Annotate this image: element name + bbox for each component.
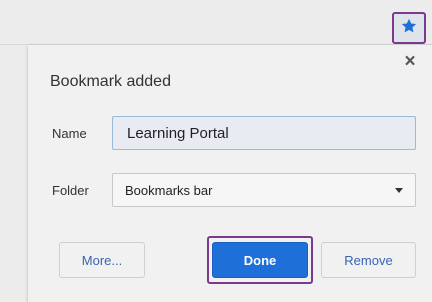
bookmark-name-input[interactable]	[112, 116, 416, 150]
page-background-strip	[0, 45, 29, 302]
close-icon[interactable]: ×	[398, 51, 422, 72]
more-button[interactable]: More...	[59, 242, 145, 278]
done-button[interactable]: Done	[212, 242, 308, 278]
bookmark-dialog: Bookmark added × Name Folder Bookmarks b…	[28, 45, 432, 302]
name-label: Name	[52, 126, 87, 141]
star-icon	[400, 17, 418, 40]
folder-label: Folder	[52, 183, 89, 198]
chevron-down-icon	[395, 188, 403, 193]
remove-button[interactable]: Remove	[321, 242, 416, 278]
folder-dropdown[interactable]: Bookmarks bar	[112, 173, 416, 207]
dialog-title: Bookmark added	[50, 73, 171, 90]
browser-toolbar	[0, 0, 432, 44]
folder-selected-value: Bookmarks bar	[125, 183, 213, 198]
bookmark-star-button[interactable]	[392, 12, 426, 44]
